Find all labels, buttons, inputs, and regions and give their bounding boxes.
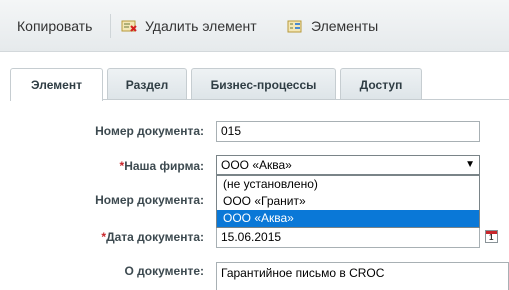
doc-number-input[interactable]: 015 xyxy=(216,121,480,142)
copy-label: Копировать xyxy=(17,18,93,34)
firm-option-selected[interactable]: ООО «Аква» xyxy=(217,210,479,227)
doc-number-label: Номер документа: xyxy=(95,124,204,138)
tab-access-label: Доступ xyxy=(359,77,403,92)
copy-button[interactable]: Копировать xyxy=(17,0,92,52)
elements-button[interactable]: Элементы xyxy=(287,0,378,52)
firm-option[interactable]: (не установлено) xyxy=(217,176,479,193)
tab-section-label: Раздел xyxy=(125,77,169,92)
doc-number-value: 015 xyxy=(221,124,242,138)
firm-select-value: ООО «Аква» xyxy=(221,158,292,172)
elements-label: Элементы xyxy=(311,18,379,34)
firm-dropdown: (не установлено) ООО «Гранит» ООО «Аква» xyxy=(216,175,480,228)
tab-element-label: Элемент xyxy=(31,78,82,92)
doc-number2-label: Номер документа: xyxy=(95,193,204,207)
tab-business-processes[interactable]: Бизнес-процессы xyxy=(191,68,336,100)
firm-select[interactable]: ООО «Аква» ▼ xyxy=(216,155,480,175)
delete-label: Удалить элемент xyxy=(145,18,257,34)
delete-icon xyxy=(121,18,137,34)
doc-date-label: *Дата документа: xyxy=(101,230,204,244)
calendar-icon[interactable]: 1 xyxy=(485,230,498,243)
firm-option[interactable]: ООО «Гранит» xyxy=(217,193,479,210)
delete-element-button[interactable]: Удалить элемент xyxy=(121,0,257,52)
list-icon xyxy=(287,18,303,34)
tab-access[interactable]: Доступ xyxy=(340,68,422,100)
tab-business-processes-label: Бизнес-процессы xyxy=(210,77,317,92)
chevron-down-icon: ▼ xyxy=(465,159,475,170)
about-value: Гарантийное письмо в CROC xyxy=(221,266,385,280)
doc-date-label-text: Дата документа: xyxy=(106,230,204,244)
about-textarea[interactable]: Гарантийное письмо в CROC xyxy=(216,262,509,290)
tab-element[interactable]: Элемент xyxy=(10,68,103,101)
tab-section[interactable]: Раздел xyxy=(107,68,187,100)
toolbar: Копировать Удалить элемент Элементы xyxy=(0,0,509,52)
firm-label-text: Наша фирма: xyxy=(124,159,204,173)
firm-label: *Наша фирма: xyxy=(120,159,204,173)
about-label: О документе: xyxy=(124,264,204,278)
doc-date-value: 15.06.2015 xyxy=(221,230,282,244)
doc-date-input[interactable]: 15.06.2015 xyxy=(216,227,480,248)
toolbar-separator xyxy=(110,14,111,38)
